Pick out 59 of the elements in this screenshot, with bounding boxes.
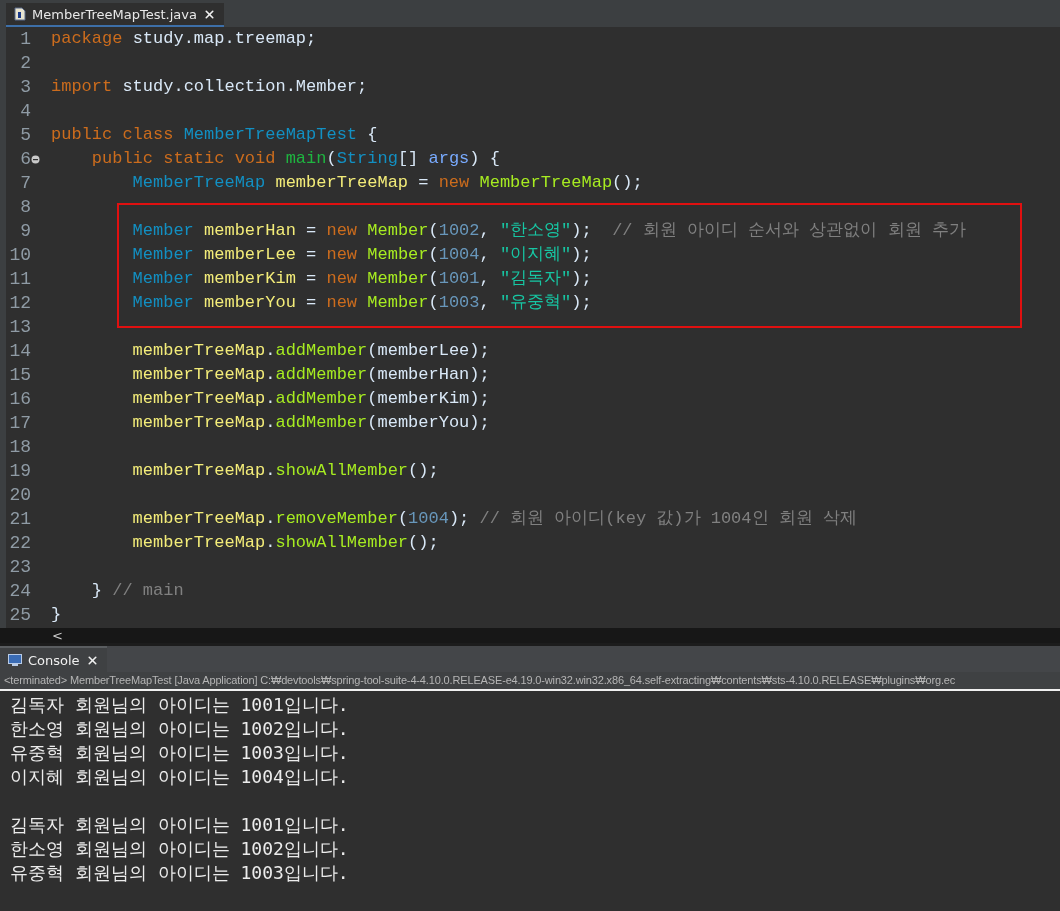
line-number: 9 xyxy=(20,221,31,242)
console-output-line: 김독자 회원님의 아이디는 1001입니다. xyxy=(10,813,350,837)
code-line: public static void main(String[] args) { xyxy=(90,148,501,171)
console-tab[interactable]: Console xyxy=(0,646,107,672)
line-number: 24 xyxy=(9,581,31,602)
close-icon[interactable] xyxy=(202,7,216,21)
code-line: memberTreeMap.addMember(memberYou); xyxy=(131,412,491,435)
code-line: package study.map.treemap; xyxy=(51,28,318,51)
code-line: memberTreeMap.removeMember(1004); // 회원 아이디(key 값)가 1004인 회원 삭제 xyxy=(131,508,858,531)
line-number: 14 xyxy=(9,341,31,362)
code-line: MemberTreeMap memberTreeMap = new MemberTreeMap(); xyxy=(131,172,644,195)
code-line: } xyxy=(51,604,63,627)
code-line: memberTreeMap.addMember(memberHan); xyxy=(131,364,491,387)
code-line: memberTreeMap.addMember(memberKim); xyxy=(131,388,491,411)
editor-tab[interactable]: MemberTreeMapTest.java xyxy=(6,3,224,28)
line-number: 22 xyxy=(9,533,31,554)
java-file-icon xyxy=(14,7,26,22)
code-line: public class MemberTreeMapTest { xyxy=(51,124,379,147)
console-status: <terminated> MemberTreeMapTest [Java Application] C:₩devtools₩spring-tool-suite-4-4.10.0.RELEASE-e4.19.0-win32.win32.x86_64.self-extracting₩contents₩sts-4.10.0.RELEASE₩plugins₩org.ec xyxy=(0,672,1060,691)
code-line: Member memberKim = new Member(1001, "김독자"); xyxy=(131,268,593,291)
line-number: 12 xyxy=(9,293,31,314)
console-output-line: 유중혁 회원님의 아이디는 1003입니다. xyxy=(10,741,350,765)
collapse-icon[interactable] xyxy=(31,154,40,164)
line-number: 10 xyxy=(9,245,31,266)
code-line: import study.collection.Member; xyxy=(51,76,369,99)
line-number: 20 xyxy=(9,485,31,506)
code-line: Member memberYou = new Member(1003, "유중혁"); xyxy=(131,292,593,315)
line-number: 7 xyxy=(20,173,31,194)
console-output-line: 유중혁 회원님의 아이디는 1003입니다. xyxy=(10,861,350,885)
line-number: 25 xyxy=(9,605,31,626)
line-number: 5 xyxy=(20,125,31,146)
close-icon[interactable] xyxy=(85,653,99,667)
code-line: memberTreeMap.showAllMember(); xyxy=(131,460,440,483)
line-number: 1 xyxy=(20,29,31,50)
line-number: 15 xyxy=(9,365,31,386)
code-line: Member memberHan = new Member(1002, "한소영"); // 회원 아이디 순서와 상관없이 회원 추가 xyxy=(131,220,967,243)
line-number: 3 xyxy=(20,77,31,98)
console-output-line: 한소영 회원님의 아이디는 1002입니다. xyxy=(10,837,350,861)
line-number: 8 xyxy=(20,197,31,218)
line-number: 21 xyxy=(9,509,31,530)
line-number: 18 xyxy=(9,437,31,458)
line-number: 2 xyxy=(20,53,31,74)
code-line: memberTreeMap.showAllMember(); xyxy=(131,532,440,555)
console-output-line: 한소영 회원님의 아이디는 1002입니다. xyxy=(10,717,350,741)
console-output-line: 김독자 회원님의 아이디는 1001입니다. xyxy=(10,693,350,717)
line-number: 13 xyxy=(9,317,31,338)
line-number: 17 xyxy=(9,413,31,434)
code-line: memberTreeMap.addMember(memberLee); xyxy=(131,340,491,363)
console-output-line: 이지혜 회원님의 아이디는 1004입니다. xyxy=(10,765,350,789)
line-number: 11 xyxy=(9,269,31,290)
line-number: 6 xyxy=(20,149,31,170)
line-number: 4 xyxy=(20,101,31,122)
code-line: } // main xyxy=(90,580,185,603)
line-number: 23 xyxy=(9,557,31,578)
line-number: 19 xyxy=(9,461,31,482)
scroll-left-arrow[interactable]: < xyxy=(52,628,63,644)
line-number: 16 xyxy=(9,389,31,410)
monitor-icon xyxy=(8,654,22,666)
code-line: Member memberLee = new Member(1004, "이지혜"); xyxy=(131,244,593,267)
